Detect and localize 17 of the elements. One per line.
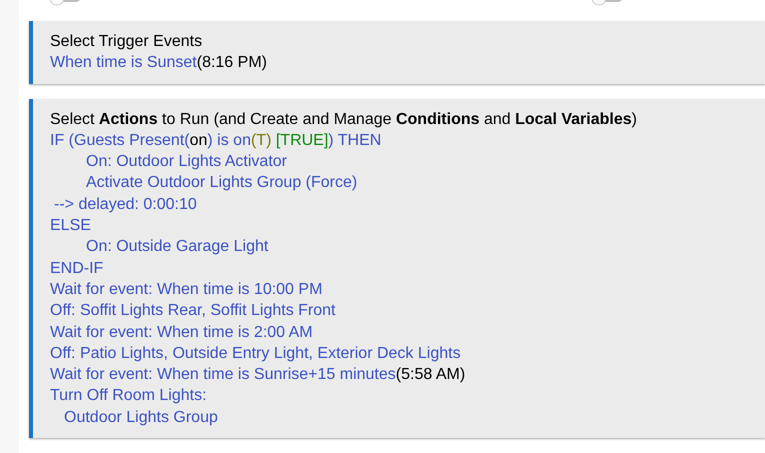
action-line[interactable]: Off: Patio Lights, Outside Entry Light, Exterior Deck Lights <box>50 342 765 364</box>
panel-heading: Select Actions to Run (and Create and Manage Conditions and Local Variables) <box>50 110 638 130</box>
action-line[interactable]: When time is Sunset(8:16 PM) <box>50 52 765 74</box>
action-line[interactable]: Wait for event: When time is Sunrise+15 minutes(5:58 AM) <box>50 364 765 386</box>
action-line[interactable]: Outdoor Lights Group <box>50 406 765 428</box>
action-line[interactable]: --> delayed: 0:00:10 <box>50 194 765 216</box>
panel-heading: Select Trigger Events <box>50 32 204 52</box>
action-line[interactable]: Activate Outdoor Lights Group (Force) <box>50 172 765 194</box>
action-line[interactable]: END-IF <box>50 258 765 279</box>
action-line[interactable]: Turn Off Room Lights: <box>50 385 765 407</box>
action-line[interactable]: Off: Soffit Lights Rear, Soffit Lights Front <box>50 300 765 322</box>
action-line[interactable]: Wait for event: When time is 10:00 PM <box>50 278 765 300</box>
action-line[interactable]: On: Outside Garage Light <box>50 236 765 258</box>
action-line[interactable]: IF (Guests Present(on) is on(T) [TRUE]) THEN <box>50 130 765 152</box>
action-line[interactable]: ELSE <box>50 215 765 236</box>
action-line[interactable]: On: Outdoor Lights Activator <box>50 151 765 172</box>
action-line[interactable]: Wait for event: When time is 2:00 AM <box>50 322 765 343</box>
